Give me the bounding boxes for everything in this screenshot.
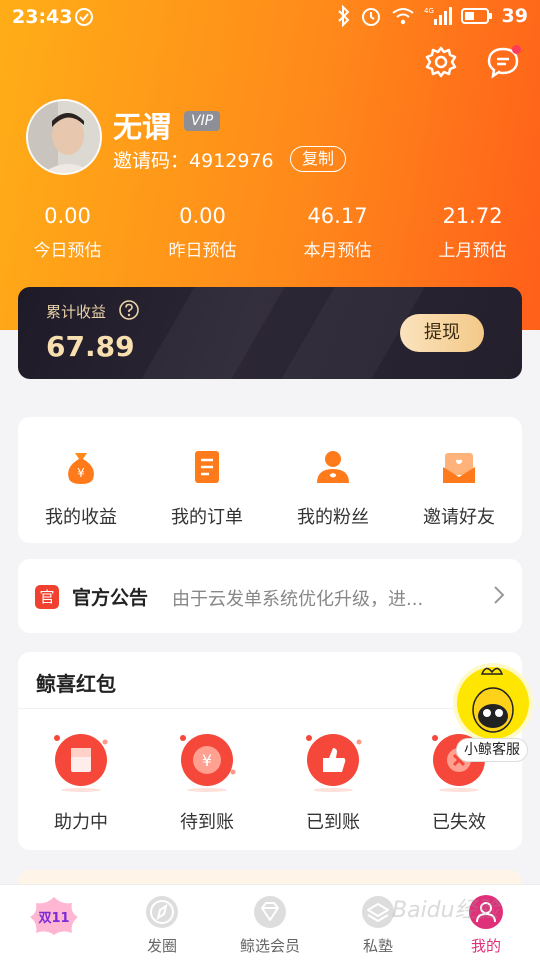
svg-text:双11: 双11 bbox=[38, 911, 69, 926]
invite-code-value: 4912976 bbox=[189, 150, 274, 172]
section-title: 鲸喜红包 bbox=[36, 672, 116, 696]
official-tag: 官 bbox=[35, 585, 59, 609]
stat-label: 昨日预估 bbox=[168, 241, 237, 261]
packet-assisting[interactable]: 助力中 bbox=[18, 728, 144, 834]
username: 无谓 bbox=[113, 110, 172, 144]
announcement-text: 由于云发单系统优化升级，进... bbox=[172, 589, 424, 610]
money-bag-icon: ¥ bbox=[68, 453, 94, 484]
menu-my-earnings[interactable]: ¥ 我的收益 bbox=[18, 417, 144, 543]
stat-label: 上月预估 bbox=[438, 241, 507, 261]
menu-invite-friends[interactable]: 邀请好友 bbox=[396, 417, 522, 543]
tab-moments[interactable]: 发圈 bbox=[108, 885, 216, 960]
earnings-label: 累计收益 bbox=[46, 303, 107, 321]
order-list-icon bbox=[195, 451, 219, 483]
copy-button[interactable]: 复制 bbox=[290, 146, 347, 172]
customer-service-button[interactable]: 小鲸客服 bbox=[446, 658, 540, 762]
double-11-icon: 双11 bbox=[30, 897, 78, 935]
stat-value: 0.00 bbox=[179, 204, 226, 228]
estimates-row: 0.00 今日预估 0.00 昨日预估 46.17 本月预估 21.72 上月预… bbox=[0, 204, 540, 261]
watermark: Baidu经验 bbox=[392, 898, 499, 923]
menu-label: 邀请好友 bbox=[423, 507, 495, 528]
unread-dot bbox=[512, 45, 521, 54]
stat-today[interactable]: 0.00 今日预估 bbox=[0, 204, 135, 261]
check-circle-icon bbox=[75, 8, 93, 26]
menu-label: 我的粉丝 bbox=[297, 507, 369, 528]
stat-this-month[interactable]: 46.17 本月预估 bbox=[270, 204, 405, 261]
svg-text:¥: ¥ bbox=[202, 751, 212, 770]
status-time: 23:43 bbox=[12, 6, 73, 28]
battery-icon bbox=[460, 8, 492, 24]
fans-icon bbox=[317, 451, 349, 483]
chevron-right-icon bbox=[494, 586, 505, 604]
invite-code: 邀请码：4912976 bbox=[113, 146, 274, 173]
tab-label: 鲸选会员 bbox=[239, 937, 300, 955]
avatar[interactable] bbox=[26, 99, 102, 175]
wifi-icon bbox=[391, 8, 414, 25]
total-earnings-card: 累计收益 67.89 提现 bbox=[18, 287, 522, 379]
bluetooth-icon bbox=[337, 5, 349, 27]
packet-pending[interactable]: ¥ 待到账 bbox=[144, 728, 270, 834]
menu-label: 我的收益 bbox=[45, 507, 117, 528]
menu-label: 我的订单 bbox=[171, 507, 243, 528]
tab-whale-member[interactable]: 鲸选会员 bbox=[216, 885, 324, 960]
service-label: 小鲸客服 bbox=[456, 738, 528, 762]
signal-icon: 4G bbox=[424, 7, 452, 25]
packet-label: 已失效 bbox=[432, 812, 486, 833]
message-button[interactable] bbox=[485, 44, 521, 80]
svg-text:¥: ¥ bbox=[77, 466, 85, 480]
packet-yuan-icon: ¥ bbox=[180, 734, 236, 792]
stat-value: 46.17 bbox=[307, 204, 368, 228]
announcement-bar[interactable]: 官 官方公告 由于云发单系统优化升级，进... bbox=[18, 559, 522, 633]
battery-level: 39 bbox=[501, 5, 528, 27]
announcement-title: 官方公告 bbox=[72, 587, 149, 609]
status-bar: 23:43 4G 39 bbox=[0, 0, 540, 36]
stat-label: 本月预估 bbox=[303, 241, 372, 261]
tab-double-11[interactable]: 双11 bbox=[0, 885, 108, 960]
invite-code-label: 邀请码： bbox=[113, 150, 190, 172]
withdraw-button[interactable]: 提现 bbox=[400, 314, 484, 352]
card-decor bbox=[141, 287, 285, 379]
earnings-value: 67.89 bbox=[46, 330, 135, 363]
help-icon[interactable] bbox=[118, 299, 140, 321]
whale-mascot-icon bbox=[453, 663, 533, 743]
stat-yesterday[interactable]: 0.00 昨日预估 bbox=[135, 204, 270, 261]
tab-label: 我的 bbox=[470, 937, 501, 955]
gear-icon[interactable] bbox=[423, 44, 459, 80]
tab-label: 私塾 bbox=[362, 937, 393, 955]
feature-menu: ¥ 我的收益 我的订单 我的粉丝 邀请好友 bbox=[18, 417, 522, 543]
packet-label: 待到账 bbox=[180, 812, 234, 833]
status-indicators: 4G 39 bbox=[337, 5, 528, 27]
tab-label: 发圈 bbox=[146, 937, 177, 955]
stat-last-month[interactable]: 21.72 上月预估 bbox=[405, 204, 540, 261]
packet-label: 已到账 bbox=[306, 812, 360, 833]
vip-badge: VIP bbox=[184, 111, 221, 131]
stat-value: 0.00 bbox=[44, 204, 91, 228]
stat-value: 21.72 bbox=[442, 204, 503, 228]
compass-icon bbox=[146, 896, 178, 928]
stat-label: 今日预估 bbox=[33, 241, 102, 261]
packet-received[interactable]: 已到账 bbox=[270, 728, 396, 834]
menu-my-fans[interactable]: 我的粉丝 bbox=[270, 417, 396, 543]
packet-assist-icon bbox=[54, 734, 108, 792]
alarm-icon bbox=[361, 8, 380, 26]
menu-my-orders[interactable]: 我的订单 bbox=[144, 417, 270, 543]
packet-label: 助力中 bbox=[54, 812, 108, 833]
diamond-icon bbox=[254, 896, 286, 928]
invite-envelope-icon bbox=[443, 453, 475, 483]
packet-thumb-icon bbox=[306, 734, 362, 792]
svg-text:4G: 4G bbox=[424, 7, 434, 15]
